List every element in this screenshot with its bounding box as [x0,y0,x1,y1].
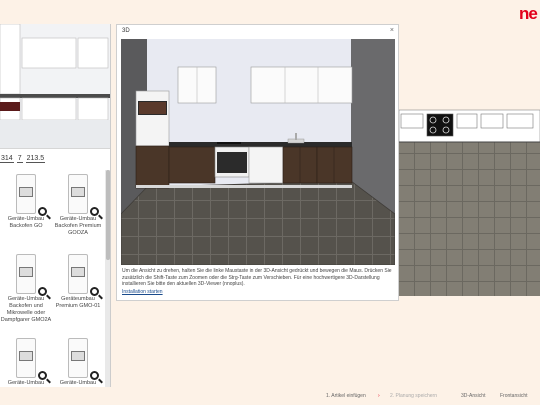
catalog-item[interactable]: Geräte-Umbau [0,338,52,387]
scrollbar-thumb[interactable] [106,170,110,260]
appliance-catalog: Geräte-Umbau Backofen GO Geräte-Umbau Ba… [0,170,106,387]
oven-cabinet-icon [16,174,47,216]
oven-cabinet-icon [16,338,47,380]
install-viewer-link[interactable]: Installation starten [122,289,163,295]
step-insert-article[interactable]: 1. Artikel einfügen [326,393,366,399]
front-view-button[interactable]: Frontansicht [500,393,528,399]
catalog-scrollbar[interactable] [105,170,110,387]
catalog-item[interactable]: Geräte-Umbau Backofen und Mikrowelle ode… [0,254,52,334]
catalog-item-label: Geräte-Umbau [7,380,45,386]
catalog-item[interactable]: Geräte-Umbau Backofen GO [0,174,52,254]
catalog-item[interactable]: Geräte-Umbau Backofen Premium GOOZA [52,174,104,254]
chevron-right-icon: › [378,393,380,399]
kitchen-preview[interactable] [0,24,110,149]
catalog-item[interactable]: Geräteumbau Premium GMO-01 [52,254,104,334]
oven-microwave-cabinet-icon [68,254,99,296]
footer-nav: 1. Artikel einfügen › 2. Planung speiche… [300,392,540,402]
oven-cabinet-icon [68,174,99,216]
zoom-icon[interactable] [38,207,47,216]
zoom-icon[interactable] [38,287,47,296]
close-icon[interactable]: × [390,27,394,34]
oven-cabinet-icon [68,338,99,380]
zoom-icon[interactable] [90,287,99,296]
coordinates-display: 314 7 213.5 [0,153,46,165]
zoom-icon[interactable] [38,371,47,380]
logo: ne [519,4,538,23]
3d-render-canvas[interactable] [121,39,395,265]
floor-plan[interactable] [399,106,540,296]
left-panel: 314 7 213.5 Geräte-Umbau Backofen GO Ger… [0,24,111,387]
3d-view-window: 3D × Um die Ansicht zu drehen, halten Si… [116,24,399,301]
3d-view-button[interactable]: 3D-Ansicht [461,393,485,399]
coord-z[interactable]: 213.5 [25,155,46,163]
catalog-item[interactable]: Geräte-Umbau [52,338,104,387]
step-save-plan[interactable]: 2. Planung speichern [390,393,437,399]
oven-microwave-cabinet-icon [16,254,47,296]
catalog-item-label: Geräte-Umbau Backofen Premium GOOZA [54,216,102,236]
coord-y[interactable]: 7 [16,155,23,163]
zoom-icon[interactable] [90,371,99,380]
catalog-item-label: Geräte-Umbau Backofen GO [7,216,45,229]
zoom-icon[interactable] [90,207,99,216]
coord-x[interactable]: 314 [0,155,14,163]
catalog-item-label: Geräte-Umbau [59,380,97,386]
3d-view-title: 3D [122,28,130,34]
catalog-item-label: Geräte-Umbau Backofen und Mikrowelle ode… [0,296,52,323]
catalog-item-label: Geräteumbau Premium GMO-01 [55,296,101,309]
3d-hint-text: Um die Ansicht zu drehen, halten Sie die… [122,268,392,287]
